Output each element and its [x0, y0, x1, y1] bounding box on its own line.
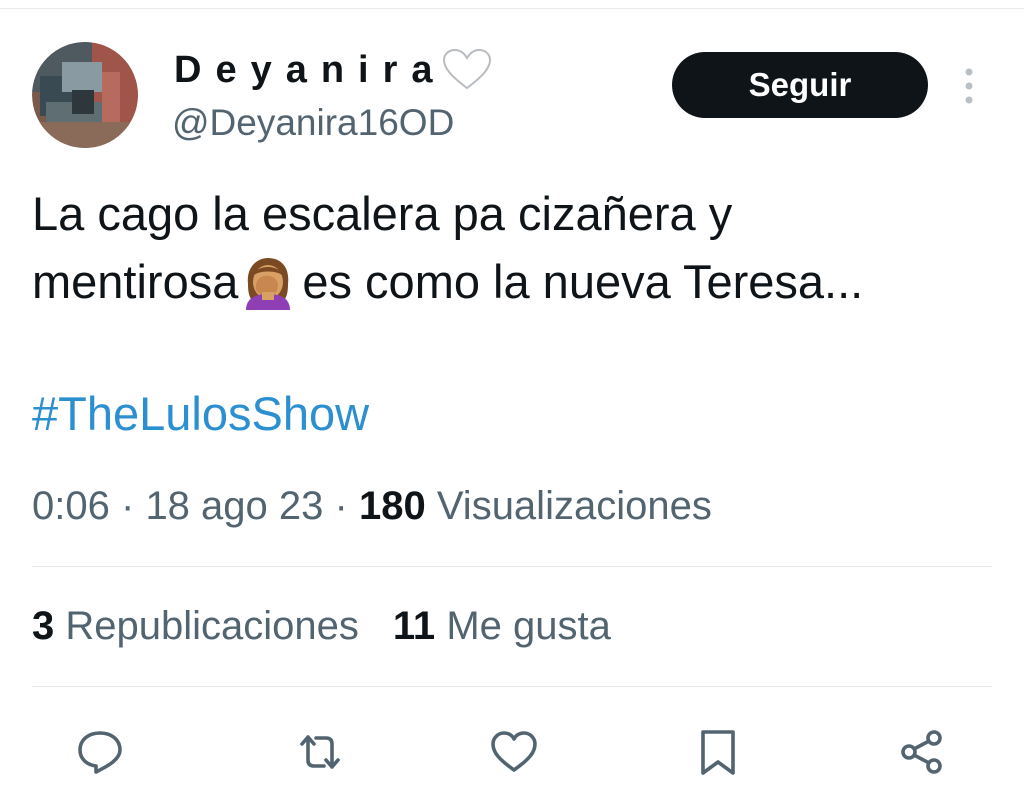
facepalm-emoji-icon [246, 258, 291, 310]
author-display-name[interactable]: Deyanira [174, 48, 493, 92]
tweet-text-line-2: mentirosa es como la nueva Teresa... [32, 248, 992, 316]
tweet-text: La cago la escalera pa cizañera y mentir… [32, 180, 992, 316]
tweet-date[interactable]: 18 ago 23 [145, 484, 323, 528]
likes-stat[interactable]: 11 Me gusta [393, 604, 611, 649]
follow-button[interactable]: Seguir [672, 52, 928, 118]
share-button[interactable] [894, 724, 950, 780]
tweet-meta: 0:06 · 18 ago 23 · 180 Visualizaciones [32, 484, 712, 529]
likes-count: 11 [392, 604, 436, 648]
avatar-photo-icon [32, 42, 138, 148]
tweet-text-after-emoji: es como la nueva Teresa... [302, 255, 864, 308]
repost-icon [300, 735, 340, 769]
top-divider [0, 8, 1024, 9]
views-count: 180 [358, 484, 426, 528]
engagement-stats: 3 Republicaciones 11 Me gusta [32, 604, 611, 649]
repost-button[interactable] [292, 724, 348, 780]
divider [32, 686, 992, 687]
meta-separator: · [334, 484, 348, 528]
display-name-text: Deyanira [174, 48, 447, 91]
reply-icon [78, 731, 122, 774]
tweet-text-line-1: La cago la escalera pa cizañera y [32, 187, 733, 240]
white-heart-icon [442, 48, 491, 90]
more-vertical-icon[interactable] [958, 66, 980, 106]
bookmark-button[interactable] [690, 724, 746, 780]
meta-separator: · [120, 484, 135, 528]
reposts-count: 3 [32, 604, 55, 648]
reposts-label: Republicaciones [65, 604, 359, 648]
avatar[interactable] [32, 42, 138, 148]
hashtag-link[interactable]: #TheLulosShow [32, 386, 369, 441]
likes-label: Me gusta [446, 604, 611, 648]
reply-button[interactable] [72, 724, 128, 780]
tweet-text-before-emoji: mentirosa [32, 255, 239, 308]
author-handle[interactable]: @Deyanira16OD [172, 102, 454, 144]
views-label: Visualizaciones [436, 484, 712, 528]
like-button[interactable] [486, 724, 542, 780]
reposts-stat[interactable]: 3 Republicaciones [32, 604, 359, 649]
share-icon [901, 730, 942, 774]
like-icon [491, 731, 537, 772]
bookmark-icon [701, 730, 735, 775]
divider [32, 566, 992, 567]
tweet-time[interactable]: 0:06 [32, 484, 110, 528]
